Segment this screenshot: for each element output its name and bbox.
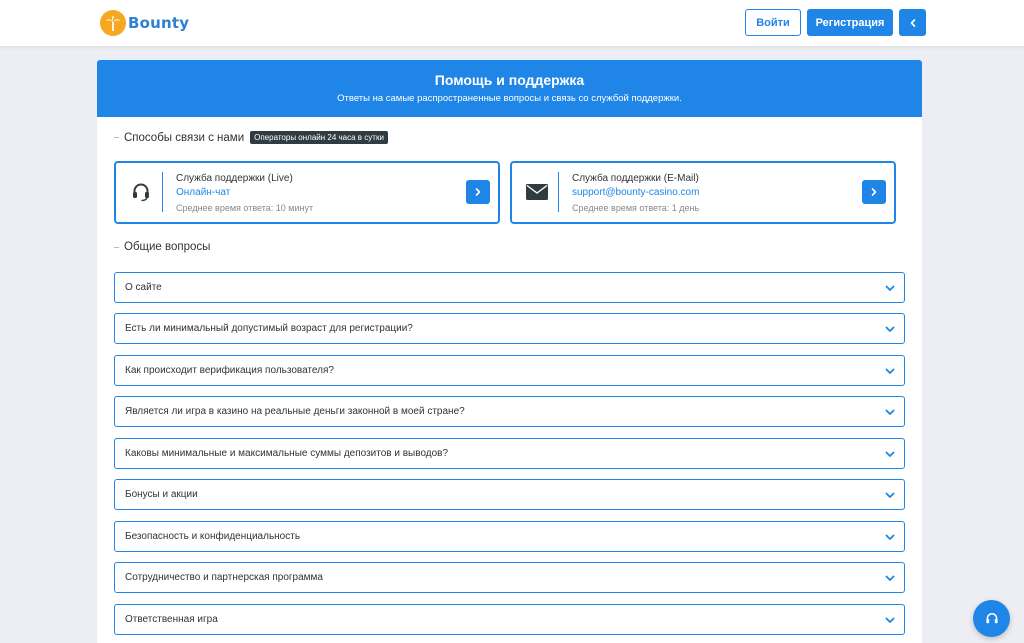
headset-icon [130, 182, 152, 202]
chevron-down-icon [885, 285, 895, 291]
faq-item-security[interactable]: Безопасность и конфиденциальность [114, 521, 905, 552]
section-dash [114, 246, 119, 248]
contacts-heading: Способы связи с нами [124, 131, 245, 144]
chevron-right-icon [475, 188, 481, 196]
page-subtitle: Ответы на самые распространенные вопросы… [337, 93, 682, 104]
support-hero: Помощь и поддержка Ответы на самые распр… [97, 60, 922, 117]
live-support-title: Служба поддержки (Live) [176, 173, 293, 184]
faq-question: Бонусы и акции [125, 489, 198, 500]
chevron-down-icon [885, 492, 895, 498]
chevron-down-icon [885, 409, 895, 415]
email-response-time: Среднее время ответа: 1 день [572, 203, 700, 213]
faq-section-heading: Общие вопросы [114, 241, 210, 253]
top-bar: Bounty Войти Регистрация [0, 0, 1024, 47]
faq-item-verification[interactable]: Как происходит верификация пользователя? [114, 355, 905, 386]
faq-item-partnership[interactable]: Сотрудничество и партнерская программа [114, 562, 905, 593]
faq-item-bonuses[interactable]: Бонусы и акции [114, 479, 905, 510]
live-chat-fab[interactable] [973, 600, 1010, 637]
chevron-down-icon [885, 326, 895, 332]
live-response-time: Среднее время ответа: 10 минут [176, 203, 314, 213]
section-dash [114, 137, 119, 138]
page-title: Помощь и поддержка [434, 72, 585, 88]
envelope-icon [526, 182, 548, 202]
email-support-arrow-button[interactable] [862, 180, 886, 204]
chevron-down-icon [885, 451, 895, 457]
live-support-card[interactable]: Служба поддержки (Live) Онлайн-чат Средн… [114, 161, 500, 224]
live-support-arrow-button[interactable] [466, 180, 490, 204]
live-chat-link[interactable]: Онлайн-чат [176, 187, 230, 198]
card-divider [162, 172, 163, 212]
logo-text: Bounty [128, 14, 190, 32]
faq-question: О сайте [125, 282, 162, 293]
email-support-title: Служба поддержки (E-Mail) [572, 173, 699, 184]
chevron-down-icon [885, 368, 895, 374]
headset-icon [985, 612, 998, 623]
chevron-left-icon [910, 18, 915, 27]
support-email-link[interactable]: support@bounty-casino.com [572, 187, 699, 198]
faq-question: Является ли игра в казино на реальные де… [125, 406, 465, 417]
faq-question: Каковы минимальные и максимальные суммы … [125, 448, 449, 459]
faq-question: Ответственная игра [125, 614, 218, 625]
faq-question: Сотрудничество и партнерская программа [125, 572, 323, 583]
register-button[interactable]: Регистрация [807, 9, 893, 36]
contacts-section-heading: Способы связи с нами Операторы онлайн 24… [114, 131, 388, 144]
faq-question: Как происходит верификация пользователя? [125, 365, 334, 376]
faq-item-min-age[interactable]: Есть ли минимальный допустимый возраст д… [114, 313, 905, 344]
chevron-right-icon [871, 188, 877, 196]
faq-question: Есть ли минимальный допустимый возраст д… [125, 323, 413, 334]
chevron-down-icon [885, 575, 895, 581]
faq-item-limits[interactable]: Каковы минимальные и максимальные суммы … [114, 438, 905, 469]
palm-logo-icon [100, 10, 126, 36]
back-button[interactable] [899, 9, 926, 36]
chevron-down-icon [885, 617, 895, 623]
online-status-badge: Операторы онлайн 24 часа в сутки [250, 131, 388, 144]
faq-item-about[interactable]: О сайте [114, 272, 905, 303]
logo[interactable]: Bounty [100, 10, 189, 36]
login-button[interactable]: Войти [745, 9, 801, 36]
email-support-card[interactable]: Служба поддержки (E-Mail) support@bounty… [510, 161, 896, 224]
faq-item-responsible-gaming[interactable]: Ответственная игра [114, 604, 905, 635]
chevron-down-icon [885, 534, 895, 540]
faq-question: Безопасность и конфиденциальность [125, 531, 301, 542]
card-divider [558, 172, 559, 212]
support-panel: Помощь и поддержка Ответы на самые распр… [97, 60, 922, 643]
faq-heading: Общие вопросы [124, 241, 211, 253]
faq-item-legality[interactable]: Является ли игра в казино на реальные де… [114, 396, 905, 427]
